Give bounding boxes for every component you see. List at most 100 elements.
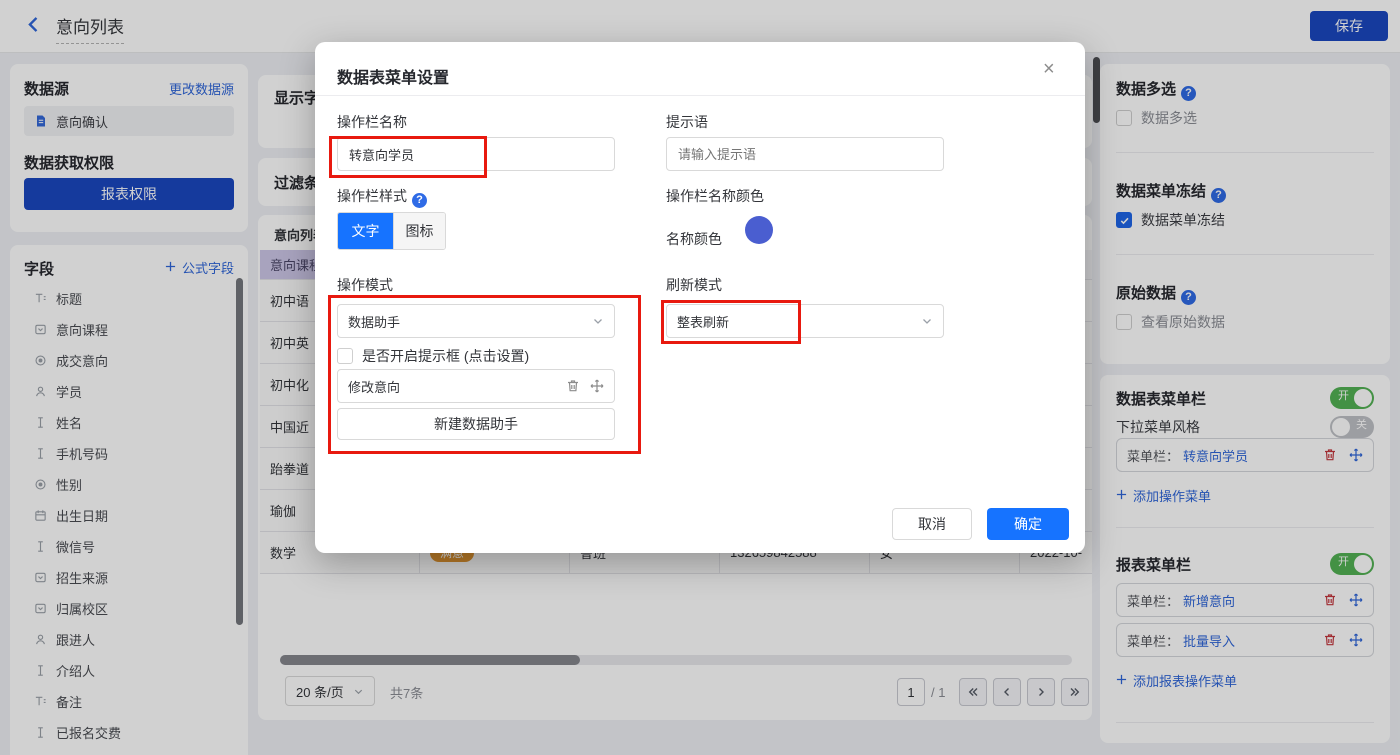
op-style-label: 操作栏样式? (337, 186, 427, 208)
field-item-campus[interactable]: 归属校区 (34, 593, 224, 624)
op-style-tabs: 文字 图标 (337, 212, 446, 250)
color-swatch[interactable] (745, 216, 773, 244)
field-item-deal-intent[interactable]: 成交意向 (34, 345, 224, 376)
field-item-source[interactable]: 招生来源 (34, 562, 224, 593)
table-hscroll-thumb[interactable] (280, 655, 580, 665)
cancel-button[interactable]: 取消 (892, 508, 972, 540)
field-item-gender[interactable]: 性别 (34, 469, 224, 500)
page-size-select[interactable]: 20 条/页 (285, 676, 375, 706)
help-icon[interactable]: ? (1211, 188, 1226, 203)
field-item-phone[interactable]: 手机号码 (34, 438, 224, 469)
op-name-input[interactable] (337, 137, 615, 171)
field-item-paid[interactable]: 已报名交费 (34, 717, 224, 748)
field-item-title[interactable]: 标题 (34, 283, 224, 314)
input-icon (34, 664, 47, 677)
save-button[interactable]: 保存 (1310, 11, 1388, 41)
help-icon[interactable]: ? (1181, 86, 1196, 101)
input-icon (34, 540, 47, 553)
report-menu-item[interactable]: 菜单栏： 批量导入 (1116, 623, 1374, 657)
new-assistant-button[interactable]: 新建数据助手 (337, 408, 615, 440)
checkbox-unchecked[interactable] (1116, 110, 1132, 126)
multi-select-checkbox-row[interactable]: 数据多选 (1116, 108, 1197, 128)
help-icon[interactable]: ? (1181, 290, 1196, 305)
current-page-box[interactable]: 1 (897, 678, 925, 706)
add-operation-menu-link[interactable]: 添加操作菜单 (1116, 486, 1211, 505)
access-title: 数据获取权限 (24, 152, 114, 173)
back-icon[interactable] (24, 15, 43, 39)
person-icon (34, 633, 47, 646)
report-permission-button[interactable]: 报表权限 (24, 178, 234, 210)
move-icon[interactable] (1349, 448, 1363, 462)
select-icon (34, 602, 47, 615)
last-page-button[interactable] (1061, 678, 1089, 706)
divider (1116, 152, 1374, 153)
delete-icon[interactable] (1323, 593, 1337, 607)
dropdown-style-toggle[interactable]: 关 (1330, 416, 1374, 438)
move-icon[interactable] (1349, 633, 1363, 647)
page-scrollbar-thumb[interactable] (1093, 57, 1100, 123)
next-page-button[interactable] (1027, 678, 1055, 706)
checkbox-unchecked[interactable] (337, 348, 353, 364)
close-icon[interactable]: × (1043, 58, 1055, 81)
freeze-title: 数据菜单冻结? (1116, 180, 1226, 203)
options-panel: 数据多选? 数据多选 数据菜单冻结? 数据菜单冻结 原始数据? 查看原始数据 (1100, 64, 1390, 364)
field-item-follower[interactable]: 跟进人 (34, 624, 224, 655)
page-title: 意向列表 (56, 13, 124, 44)
table-menu-toggle[interactable]: 开 (1330, 387, 1374, 409)
table-menu-settings-modal: 数据表菜单设置 × 操作栏名称 提示语 操作栏样式? 文字 图标 操作栏名称颜色… (315, 42, 1085, 553)
field-item-birthdate[interactable]: 出生日期 (34, 500, 224, 531)
select-icon (34, 323, 47, 336)
fields-title: 字段 (24, 258, 54, 279)
plus-icon (165, 260, 176, 275)
raw-data-title: 原始数据? (1116, 282, 1196, 305)
op-mode-select[interactable]: 数据助手 (337, 304, 615, 338)
title-icon (34, 292, 47, 305)
datasource-panel: 数据源 更改数据源 意向确认 数据获取权限 报表权限 (10, 64, 248, 232)
first-page-button[interactable] (959, 678, 987, 706)
help-icon[interactable]: ? (412, 193, 427, 208)
refresh-mode-select[interactable]: 整表刷新 (666, 304, 944, 338)
checkbox-checked[interactable] (1116, 212, 1132, 228)
tab-text[interactable]: 文字 (338, 213, 393, 249)
tab-icon[interactable]: 图标 (393, 213, 445, 249)
field-item-referrer[interactable]: 介绍人 (34, 655, 224, 686)
field-item-student[interactable]: 学员 (34, 376, 224, 407)
tip-input[interactable] (666, 137, 944, 171)
raw-data-checkbox-row[interactable]: 查看原始数据 (1116, 312, 1225, 332)
delete-icon[interactable] (566, 379, 580, 393)
multi-select-title: 数据多选? (1116, 78, 1196, 101)
field-item-name[interactable]: 姓名 (34, 407, 224, 438)
delete-icon[interactable] (1323, 633, 1337, 647)
divider (1116, 527, 1374, 528)
select-icon (34, 571, 47, 584)
table-menu-title: 数据表菜单栏 (1116, 388, 1206, 409)
field-item-remark[interactable]: 备注 (34, 686, 224, 717)
menu-bars-panel: 数据表菜单栏 开 下拉菜单风格 关 菜单栏： 转意向学员 添加操作菜单 (1100, 375, 1390, 743)
report-menu-item[interactable]: 菜单栏： 新增意向 (1116, 583, 1374, 617)
assistant-item[interactable]: 修改意向 (337, 369, 615, 403)
field-item-wechat[interactable]: 微信号 (34, 531, 224, 562)
op-color-label: 操作栏名称颜色 (666, 186, 764, 206)
delete-icon[interactable] (1323, 448, 1337, 462)
move-icon[interactable] (1349, 593, 1363, 607)
chevron-down-icon (921, 315, 933, 327)
prev-page-button[interactable] (993, 678, 1021, 706)
modal-title: 数据表菜单设置 (337, 64, 449, 88)
radio-icon (34, 354, 47, 367)
table-menu-item[interactable]: 菜单栏： 转意向学员 (1116, 438, 1374, 472)
fields-scrollbar-thumb[interactable] (236, 278, 243, 625)
calendar-icon (34, 509, 47, 522)
checkbox-unchecked[interactable] (1116, 314, 1132, 330)
move-icon[interactable] (590, 379, 604, 393)
report-menu-toggle[interactable]: 开 (1330, 553, 1374, 575)
field-item-course[interactable]: 意向课程 (34, 314, 224, 345)
add-formula-field-link[interactable]: 公式字段 (165, 258, 234, 277)
add-report-menu-link[interactable]: 添加报表操作菜单 (1116, 671, 1237, 690)
change-datasource-link[interactable]: 更改数据源 (169, 79, 234, 98)
freeze-checkbox-row[interactable]: 数据菜单冻结 (1116, 210, 1225, 230)
chevron-down-icon (592, 315, 604, 327)
report-menu-title: 报表菜单栏 (1116, 554, 1191, 575)
tip-box-checkbox-row[interactable]: 是否开启提示框 (点击设置) (337, 346, 529, 366)
confirm-button[interactable]: 确定 (987, 508, 1069, 540)
datasource-item[interactable]: 意向确认 (24, 106, 234, 136)
